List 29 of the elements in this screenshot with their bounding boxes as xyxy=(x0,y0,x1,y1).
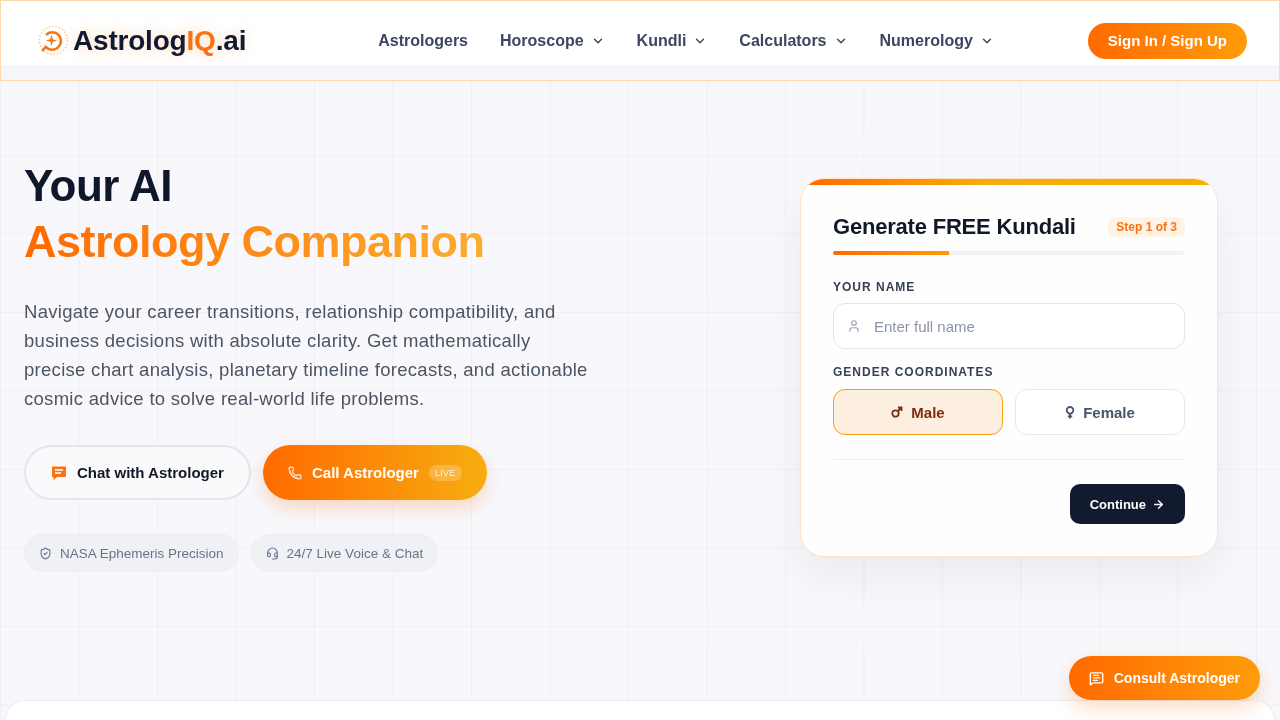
form-title: Generate FREE Kundali xyxy=(833,213,1076,241)
nav-link[interactable]: Numerology xyxy=(879,31,994,50)
nav-link[interactable]: Horoscope xyxy=(500,31,605,50)
gender-option-button[interactable]: Female xyxy=(1015,389,1185,435)
step-badge: Step 1 of 3 xyxy=(1108,217,1185,237)
female-symbol-icon xyxy=(1065,405,1076,419)
phone-icon xyxy=(287,465,302,480)
field-label: GENDER COORDINATES xyxy=(833,364,995,380)
user-icon xyxy=(847,319,861,333)
field-label: YOUR NAME xyxy=(833,279,917,295)
live-badge: LIVE xyxy=(428,464,462,481)
shield-check-icon xyxy=(39,546,52,560)
logo-text[interactable]: AstrologIQ.ai xyxy=(73,24,247,57)
arrow-right-icon xyxy=(1152,497,1165,511)
headset-icon xyxy=(265,546,279,560)
feature-chip: 24/7 Live Voice & Chat xyxy=(250,534,439,572)
name-input-field[interactable]: Enter full name xyxy=(833,303,1185,349)
nav-link[interactable]: Astrologers xyxy=(378,31,468,50)
nav-link[interactable]: Calculators xyxy=(739,31,848,50)
nav-link[interactable]: Kundli xyxy=(636,31,708,50)
continue-button[interactable]: Continue xyxy=(1069,484,1185,524)
chat-icon xyxy=(51,464,67,481)
chat-astrologer-button[interactable]: Chat with Astrologer xyxy=(24,445,251,500)
feature-chip: NASA Ephemeris Precision xyxy=(24,534,239,572)
hero-description: Navigate your career transitions, relationship compatibility, and business decisions with absolute clarity. Get mathematically precise chart analysis, planetary timeline forecasts, and actionable cosmic advice to solve real-world life problems. xyxy=(24,300,589,411)
hero-heading: Your AI xyxy=(24,160,173,212)
male-symbol-icon xyxy=(891,406,904,418)
message-icon xyxy=(1088,670,1104,686)
gender-option-button[interactable]: Male xyxy=(833,389,1003,435)
